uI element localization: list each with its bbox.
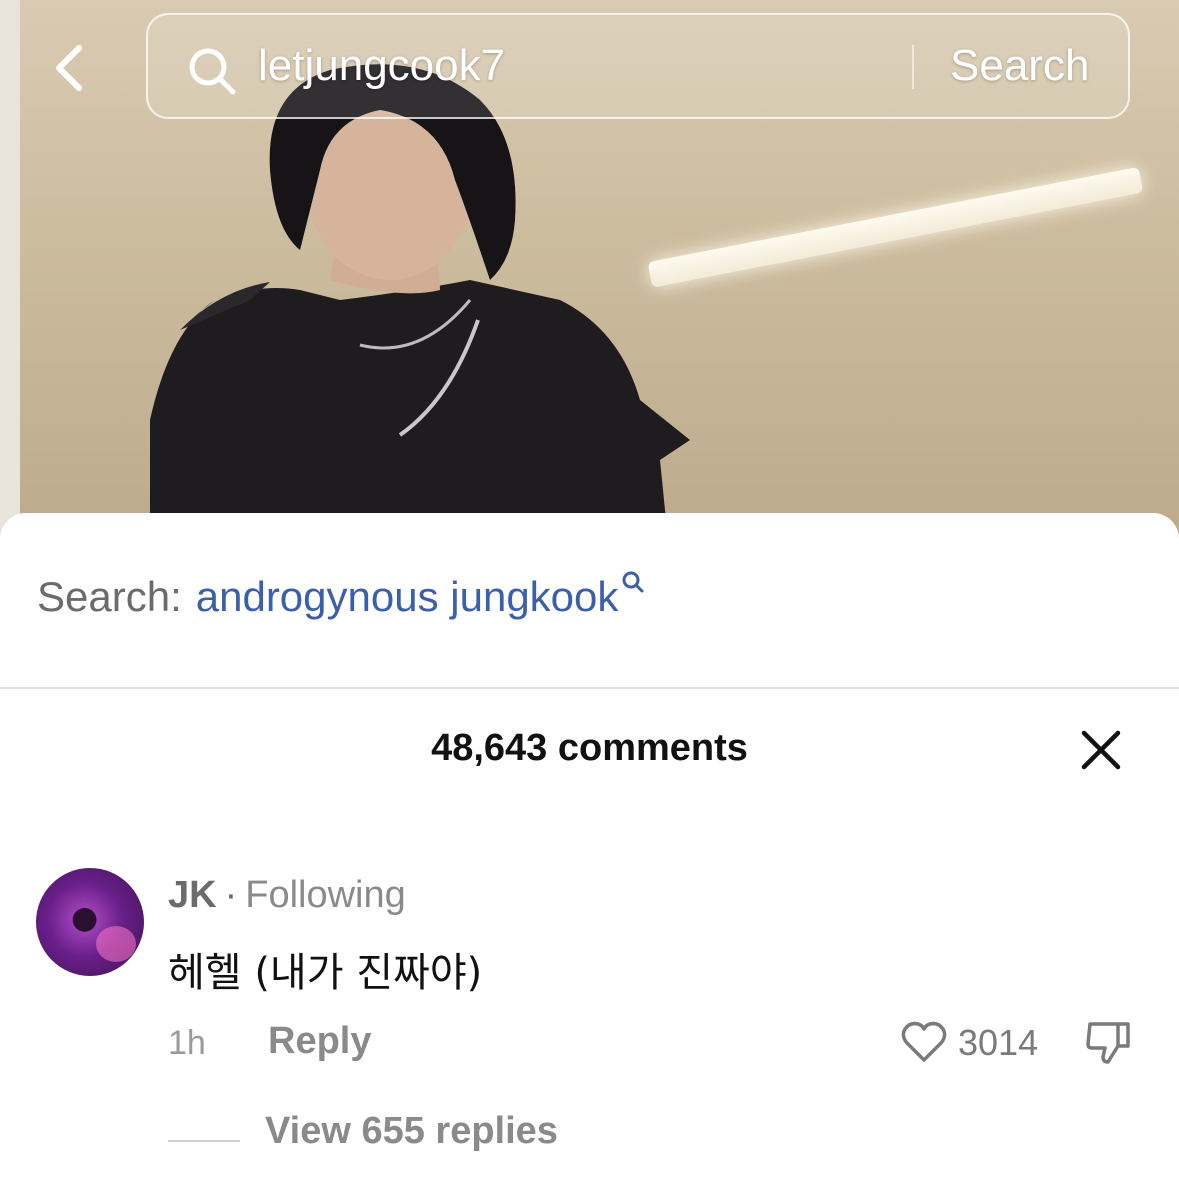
search-suggestion[interactable]: Search: androgynous jungkook bbox=[37, 571, 646, 621]
comment-author-line: JK · Following bbox=[168, 874, 406, 917]
suggestion-label: Search: bbox=[37, 573, 182, 620]
close-icon bbox=[1081, 730, 1121, 770]
comments-count: 48,643 comments bbox=[431, 727, 748, 769]
dislike-button[interactable] bbox=[1082, 1016, 1134, 1068]
search-button[interactable]: Search bbox=[950, 41, 1089, 91]
comment-author[interactable]: JK bbox=[168, 874, 217, 916]
top-bar: letjungcook7 Search bbox=[0, 0, 1179, 130]
avatar[interactable] bbox=[36, 868, 144, 976]
search-small-icon bbox=[622, 571, 644, 593]
close-button[interactable] bbox=[1078, 727, 1124, 773]
suggestion-term-link[interactable]: androgynous jungkook bbox=[196, 573, 619, 621]
like-count: 3014 bbox=[958, 1022, 1039, 1063]
like-button[interactable] bbox=[898, 1016, 950, 1068]
back-button[interactable] bbox=[40, 38, 96, 98]
heart-icon bbox=[901, 1021, 947, 1062]
following-status: Following bbox=[245, 874, 406, 916]
thumbs-down-icon bbox=[1086, 1022, 1130, 1064]
comment-text: 헤헬 (내가 진짜야) bbox=[168, 950, 483, 996]
comments-sheet: Search: androgynous jungkook 48,643 comm… bbox=[0, 513, 1179, 1182]
replies-line bbox=[168, 1140, 240, 1142]
comment-item: JK · Following 헤헬 (내가 진짜야) 1h Reply 3014 V… bbox=[0, 868, 1179, 1168]
search-box[interactable]: letjungcook7 Search bbox=[146, 13, 1130, 119]
search-input[interactable]: letjungcook7 bbox=[258, 41, 505, 91]
chevron-left-icon bbox=[56, 45, 82, 91]
search-divider bbox=[912, 45, 914, 89]
divider bbox=[0, 687, 1179, 689]
separator-dot: · bbox=[224, 874, 238, 916]
comment-timestamp: 1h bbox=[168, 1024, 206, 1062]
search-icon bbox=[186, 45, 238, 97]
view-replies-button[interactable]: View 655 replies bbox=[265, 1110, 558, 1153]
avatar-highlight bbox=[96, 926, 136, 962]
reply-button[interactable]: Reply bbox=[268, 1020, 371, 1063]
